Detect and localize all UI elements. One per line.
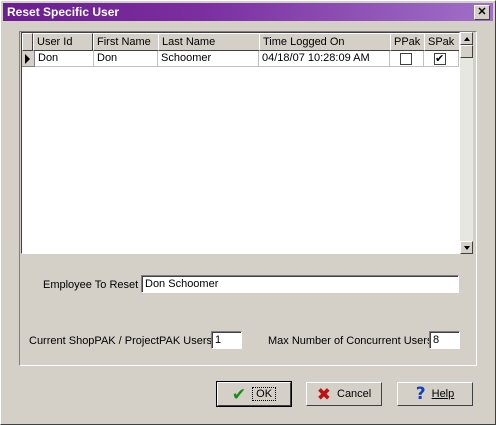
- cell-last-name[interactable]: Schoomer: [158, 51, 259, 67]
- row-pointer-icon: [25, 54, 30, 64]
- scroll-down-button[interactable]: [460, 241, 473, 254]
- cell-time-logged-on[interactable]: 04/18/07 10:28:09 AM: [259, 51, 390, 67]
- title-bar[interactable]: Reset Specific User ✕: [3, 3, 493, 21]
- arrow-up-icon: [464, 37, 470, 41]
- column-header-time-logged-on[interactable]: Time Logged On: [259, 33, 391, 51]
- header-indicator-cell: [22, 33, 33, 51]
- checkmark-icon: ✔: [231, 384, 247, 404]
- ok-button[interactable]: ✔ OK: [216, 381, 292, 407]
- max-concurrent-users-field[interactable]: 8: [429, 331, 460, 349]
- help-button-label: Help: [431, 388, 455, 400]
- column-header-first-name[interactable]: First Name: [93, 33, 159, 51]
- employee-to-reset-label: Employee To Reset: [43, 279, 139, 291]
- scroll-thumb[interactable]: [460, 45, 473, 58]
- spak-checkbox[interactable]: [434, 51, 446, 66]
- column-header-spak[interactable]: SPak: [424, 33, 459, 51]
- current-users-label: Current ShopPAK / ProjectPAK Users: [29, 335, 212, 347]
- users-grid[interactable]: User Id First Name Last Name Time Logged…: [21, 32, 460, 254]
- employee-to-reset-field[interactable]: Don Schoomer: [141, 275, 459, 293]
- ok-button-label: OK: [252, 387, 277, 401]
- ppak-checkbox[interactable]: [400, 53, 412, 65]
- cell-ppak: [390, 51, 424, 67]
- help-button[interactable]: ? Help: [397, 382, 473, 406]
- arrow-down-icon: [464, 246, 470, 250]
- x-mark-icon: ✖: [316, 384, 331, 404]
- current-users-field[interactable]: 1: [211, 331, 242, 349]
- grid-vertical-scrollbar[interactable]: [460, 32, 473, 254]
- question-mark-icon: ?: [415, 383, 426, 404]
- window-title: Reset Specific User: [7, 5, 120, 19]
- cell-user-id[interactable]: Don: [35, 51, 94, 67]
- scroll-up-button[interactable]: [460, 32, 473, 45]
- cell-first-name[interactable]: Don: [94, 51, 158, 67]
- cancel-button-label: Cancel: [337, 388, 372, 400]
- max-concurrent-users-label: Max Number of Concurrent Users: [268, 335, 433, 347]
- table-row[interactable]: Don Don Schoomer 04/18/07 10:28:09 AM: [22, 51, 459, 67]
- cancel-button[interactable]: ✖ Cancel: [306, 382, 382, 406]
- grid-header: User Id First Name Last Name Time Logged…: [22, 33, 459, 51]
- column-header-user-id[interactable]: User Id: [33, 33, 93, 51]
- column-header-ppak[interactable]: PPak: [390, 33, 425, 51]
- column-header-last-name[interactable]: Last Name: [158, 33, 260, 51]
- row-indicator: [22, 51, 35, 67]
- cell-spak: [424, 51, 459, 67]
- close-button[interactable]: ✕: [474, 5, 490, 20]
